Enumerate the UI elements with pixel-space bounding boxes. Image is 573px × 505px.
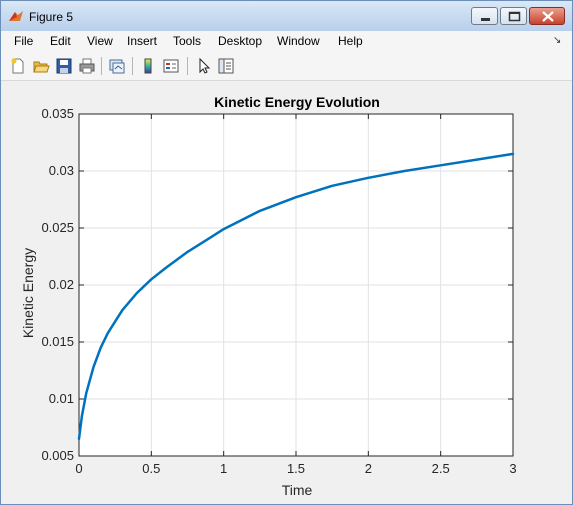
new-figure-icon[interactable] <box>9 57 27 75</box>
figure-window: Figure 5 File Edit View Insert Tools Des… <box>0 0 573 505</box>
maximize-button[interactable] <box>500 7 527 25</box>
save-icon[interactable] <box>55 57 73 75</box>
chart-title: Kinetic Energy Evolution <box>214 94 380 110</box>
menu-view[interactable]: View <box>87 34 113 48</box>
toolbar-separator <box>187 57 188 75</box>
close-icon <box>542 11 554 22</box>
figure-canvas[interactable]: Kinetic Energy Evolution Time Kinetic En… <box>5 82 568 500</box>
title-bar[interactable]: Figure 5 <box>1 1 572 31</box>
link-plot-icon[interactable] <box>108 57 126 75</box>
pointer-icon[interactable] <box>195 57 213 75</box>
menu-file[interactable]: File <box>14 34 33 48</box>
menu-edit[interactable]: Edit <box>50 34 71 48</box>
y-tick-label: 0.02 <box>49 277 74 292</box>
minimize-button[interactable] <box>471 7 498 25</box>
x-tick-label: 2 <box>365 461 372 476</box>
menu-insert[interactable]: Insert <box>127 34 157 48</box>
y-tick-label: 0.01 <box>49 391 74 406</box>
y-tick-label: 0.035 <box>41 106 74 121</box>
minimize-icon <box>481 18 490 21</box>
legend-icon[interactable] <box>162 57 180 75</box>
y-tick-label: 0.03 <box>49 163 74 178</box>
maximize-icon <box>508 11 521 22</box>
x-tick-label: 3 <box>509 461 516 476</box>
y-tick-label: 0.025 <box>41 220 74 235</box>
open-file-icon[interactable] <box>32 57 50 75</box>
x-tick-label: 0 <box>75 461 82 476</box>
property-inspector-icon[interactable] <box>217 57 235 75</box>
x-tick-label: 2.5 <box>432 461 450 476</box>
y-tick-label: 0.005 <box>41 448 74 463</box>
line-chart: Kinetic Energy Evolution Time Kinetic En… <box>20 94 517 498</box>
menu-tools[interactable]: Tools <box>173 34 201 48</box>
x-tick-label: 0.5 <box>142 461 160 476</box>
matlab-icon <box>9 11 23 21</box>
x-tick-label: 1 <box>220 461 227 476</box>
print-icon[interactable] <box>78 57 96 75</box>
toolbar-separator <box>132 57 133 75</box>
toolbar-separator <box>101 57 102 75</box>
menu-desktop[interactable]: Desktop <box>218 34 262 48</box>
menu-bar: File Edit View Insert Tools Desktop Wind… <box>1 31 572 52</box>
window-title: Figure 5 <box>29 10 74 24</box>
y-axis-label: Kinetic Energy <box>20 248 36 338</box>
figure-toolbar <box>1 52 572 81</box>
y-tick-label: 0.015 <box>41 334 74 349</box>
colorbar-icon[interactable] <box>139 57 157 75</box>
menu-window[interactable]: Window <box>277 34 320 48</box>
x-axis-label: Time <box>282 482 313 498</box>
menu-help[interactable]: Help <box>338 34 363 48</box>
dock-arrow-icon[interactable]: ↘ <box>553 35 561 46</box>
x-tick-label: 1.5 <box>287 461 305 476</box>
close-button[interactable] <box>529 7 565 25</box>
